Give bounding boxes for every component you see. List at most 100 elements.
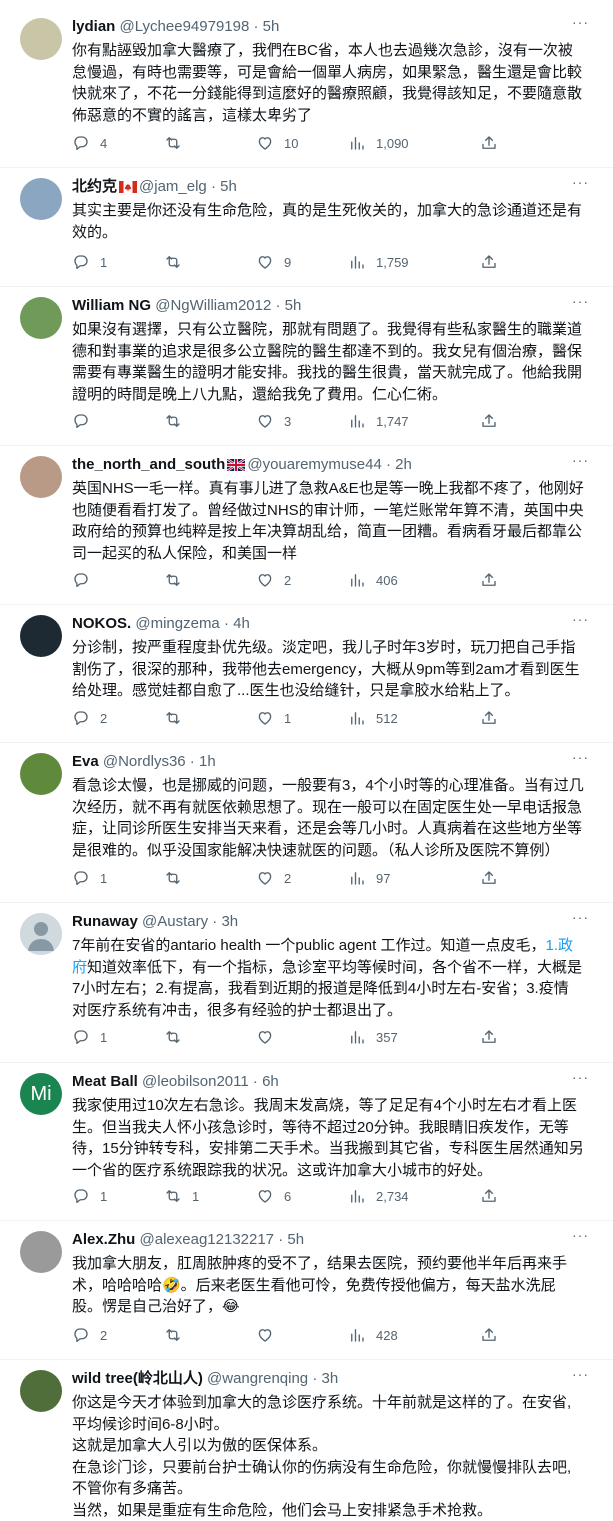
display-name[interactable]: wild tree(岭北山人) (72, 1370, 203, 1387)
more-options-icon[interactable]: ··· (572, 14, 589, 30)
more-options-icon[interactable]: ··· (572, 452, 589, 468)
more-options-icon[interactable]: ··· (572, 293, 589, 309)
more-options-icon[interactable]: ··· (572, 909, 589, 925)
retweet-button[interactable] (164, 133, 192, 153)
views-button[interactable]: 1,759 (348, 252, 409, 272)
views-button[interactable]: 1,747 (348, 411, 409, 431)
avatar[interactable]: Mi (20, 1073, 62, 1115)
tweet-link[interactable]: 1.政 (545, 937, 573, 954)
tweet[interactable]: William NG @NgWilliam2012 · 5h ··· 如果沒有選擇，… (0, 293, 613, 447)
like-button[interactable]: 9 (256, 252, 291, 272)
reply-button[interactable]: 2 (72, 1325, 107, 1345)
tweet[interactable]: Mi Meat Ball @leobilson2011 · 6h ··· 我家使用过1… (0, 1069, 613, 1223)
display-name[interactable]: Alex.Zhu (72, 1231, 135, 1248)
tweet[interactable]: wild tree(岭北山人) @wangrenqing · 3h ··· 你这是今… (0, 1366, 613, 1520)
views-button[interactable]: 2,734 (348, 1186, 409, 1206)
more-options-icon[interactable]: ··· (572, 1069, 589, 1085)
reply-button[interactable]: 4 (72, 133, 107, 153)
timestamp[interactable]: 4h (233, 615, 250, 632)
tweet-link[interactable]: 府 (72, 959, 87, 976)
avatar[interactable] (20, 456, 62, 498)
share-button[interactable] (480, 411, 498, 431)
user-handle[interactable]: @jam_elg (139, 178, 207, 195)
display-name[interactable]: Eva (72, 753, 99, 770)
reply-button[interactable]: 1 (72, 868, 107, 888)
retweet-button[interactable]: 1 (164, 1186, 199, 1206)
user-handle[interactable]: @leobilson2011 (142, 1073, 249, 1090)
like-button[interactable]: 6 (256, 1186, 291, 1206)
tweet[interactable]: the_north_and_south @youaremymuse44 · 2h ·… (0, 452, 613, 606)
user-handle[interactable]: @mingzema (135, 615, 219, 632)
user-handle[interactable]: @Austary (142, 913, 208, 930)
user-handle[interactable]: @wangrenqing (207, 1370, 308, 1387)
views-button[interactable]: 512 (348, 708, 398, 728)
avatar[interactable] (20, 297, 62, 339)
share-button[interactable] (480, 868, 498, 888)
share-button[interactable] (480, 252, 498, 272)
avatar[interactable] (20, 178, 62, 220)
views-button[interactable]: 1,090 (348, 133, 409, 153)
timestamp[interactable]: 5h (287, 1231, 304, 1248)
user-handle[interactable]: @NgWilliam2012 (155, 297, 271, 314)
user-handle[interactable]: @alexeag12132217 (140, 1231, 275, 1248)
views-button[interactable]: 357 (348, 1027, 398, 1047)
display-name[interactable]: Meat Ball (72, 1073, 138, 1090)
timestamp[interactable]: 1h (199, 753, 216, 770)
retweet-button[interactable] (164, 252, 192, 272)
like-button[interactable] (256, 1325, 284, 1345)
display-name[interactable]: NOKOS. (72, 615, 131, 632)
like-button[interactable] (256, 1027, 284, 1047)
views-button[interactable]: 428 (348, 1325, 398, 1345)
more-options-icon[interactable]: ··· (572, 1366, 589, 1382)
display-name[interactable]: 北约克 (72, 178, 117, 195)
timestamp[interactable]: 6h (262, 1073, 279, 1090)
like-button[interactable]: 1 (256, 708, 291, 728)
retweet-button[interactable] (164, 868, 192, 888)
display-name[interactable]: the_north_and_south (72, 456, 225, 473)
avatar[interactable] (20, 1370, 62, 1412)
share-button[interactable] (480, 1325, 498, 1345)
retweet-button[interactable] (164, 708, 192, 728)
more-options-icon[interactable]: ··· (572, 749, 589, 765)
reply-button[interactable]: 1 (72, 252, 107, 272)
avatar[interactable] (20, 18, 62, 60)
share-button[interactable] (480, 570, 498, 590)
tweet[interactable]: Eva @Nordlys36 · 1h ··· 看急诊太慢，也是挪威的问题，一般要有… (0, 749, 613, 903)
tweet[interactable]: lydian @Lychee94979198 · 5h ··· 你有點誣毀加拿大醫療… (0, 14, 613, 168)
timestamp[interactable]: 5h (220, 178, 237, 195)
retweet-button[interactable] (164, 1325, 192, 1345)
display-name[interactable]: lydian (72, 18, 115, 35)
reply-button[interactable] (72, 570, 100, 590)
more-options-icon[interactable]: ··· (572, 1227, 589, 1243)
like-button[interactable]: 3 (256, 411, 291, 431)
timestamp[interactable]: 5h (263, 18, 280, 35)
reply-button[interactable]: 1 (72, 1027, 107, 1047)
user-handle[interactable]: @youaremymuse44 (247, 456, 381, 473)
more-options-icon[interactable]: ··· (572, 611, 589, 627)
share-button[interactable] (480, 1186, 498, 1206)
like-button[interactable]: 2 (256, 570, 291, 590)
avatar[interactable] (20, 1231, 62, 1273)
timestamp[interactable]: 3h (221, 913, 238, 930)
like-button[interactable]: 10 (256, 133, 298, 153)
reply-button[interactable]: 2 (72, 708, 107, 728)
share-button[interactable] (480, 1027, 498, 1047)
timestamp[interactable]: 5h (285, 297, 302, 314)
timestamp[interactable]: 3h (322, 1370, 339, 1387)
user-handle[interactable]: @Lychee94979198 (120, 18, 250, 35)
tweet[interactable]: Runaway @Austary · 3h ··· 7年前在安省的antario h… (0, 909, 613, 1063)
timestamp[interactable]: 2h (395, 456, 412, 473)
share-button[interactable] (480, 708, 498, 728)
retweet-button[interactable] (164, 570, 192, 590)
display-name[interactable]: Runaway (72, 913, 138, 930)
retweet-button[interactable] (164, 411, 192, 431)
reply-button[interactable] (72, 411, 100, 431)
avatar[interactable] (20, 615, 62, 657)
avatar[interactable] (20, 913, 62, 955)
retweet-button[interactable] (164, 1027, 192, 1047)
user-handle[interactable]: @Nordlys36 (103, 753, 186, 770)
views-button[interactable]: 406 (348, 570, 398, 590)
like-button[interactable]: 2 (256, 868, 291, 888)
display-name[interactable]: William NG (72, 297, 151, 314)
reply-button[interactable]: 1 (72, 1186, 107, 1206)
